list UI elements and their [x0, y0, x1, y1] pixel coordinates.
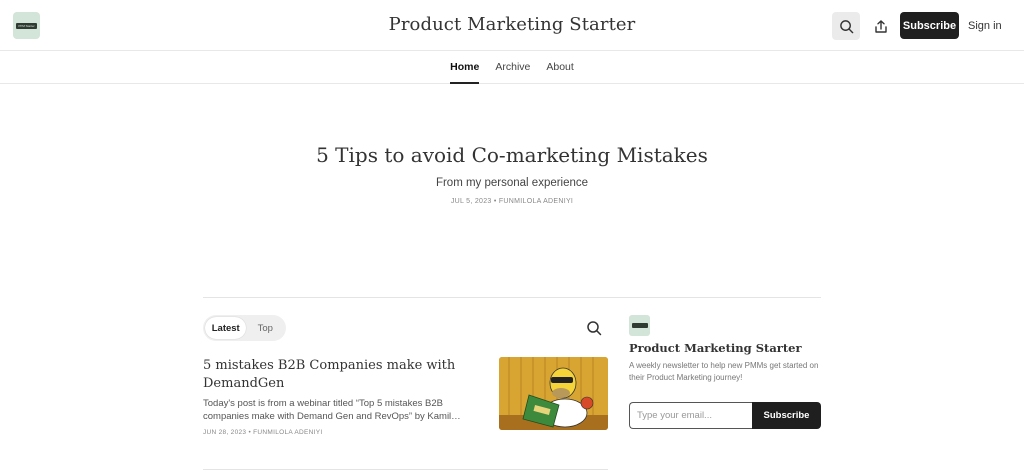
nav-bar: Home Archive About	[0, 51, 1024, 84]
nav-item-about[interactable]: About	[546, 51, 573, 83]
feed-tabs: Latest Top	[203, 315, 286, 341]
cartoon-thumbnail-image	[499, 357, 608, 430]
search-icon	[839, 19, 853, 33]
nav-item-archive[interactable]: Archive	[495, 51, 530, 83]
sidebar-subscribe-button[interactable]: Subscribe	[752, 402, 821, 429]
post-divider	[203, 469, 608, 470]
post-title[interactable]: 5 mistakes B2B Companies make with Deman…	[203, 357, 478, 393]
subscribe-button[interactable]: Subscribe	[900, 12, 959, 39]
post-excerpt[interactable]: Today's post is from a webinar titled “T…	[203, 397, 473, 423]
share-button[interactable]	[870, 12, 892, 40]
top-header: PPM Starter Product Marketing Starter Su…	[0, 0, 1024, 51]
post-thumbnail[interactable]	[499, 357, 608, 430]
share-icon	[875, 19, 887, 33]
tab-latest[interactable]: Latest	[205, 317, 247, 339]
featured-post-meta: JUL 5, 2023 • FUNMILOLA ADENIYI	[450, 198, 574, 205]
sign-in-link[interactable]: Sign in	[968, 12, 1002, 39]
post-search-button[interactable]	[586, 320, 602, 336]
sidebar-title[interactable]: Product Marketing Starter	[629, 341, 802, 355]
sidebar-logo-mark	[631, 323, 648, 328]
featured-post-subtitle: From my personal experience	[435, 177, 589, 189]
email-field[interactable]	[629, 402, 753, 429]
tab-top[interactable]: Top	[246, 317, 284, 339]
nav-item-home[interactable]: Home	[450, 51, 480, 84]
sidebar-description: A weekly newsletter to help new PMMs get…	[629, 361, 819, 382]
search-button[interactable]	[832, 12, 860, 40]
search-icon	[587, 321, 602, 336]
sidebar-publication-logo[interactable]	[629, 315, 650, 336]
featured-post-title[interactable]: 5 Tips to avoid Co-marketing Mistakes	[0, 143, 1024, 167]
section-divider	[203, 297, 821, 298]
post-meta: JUN 28, 2023 • FUNMILOLA ADENIYI	[203, 429, 323, 436]
